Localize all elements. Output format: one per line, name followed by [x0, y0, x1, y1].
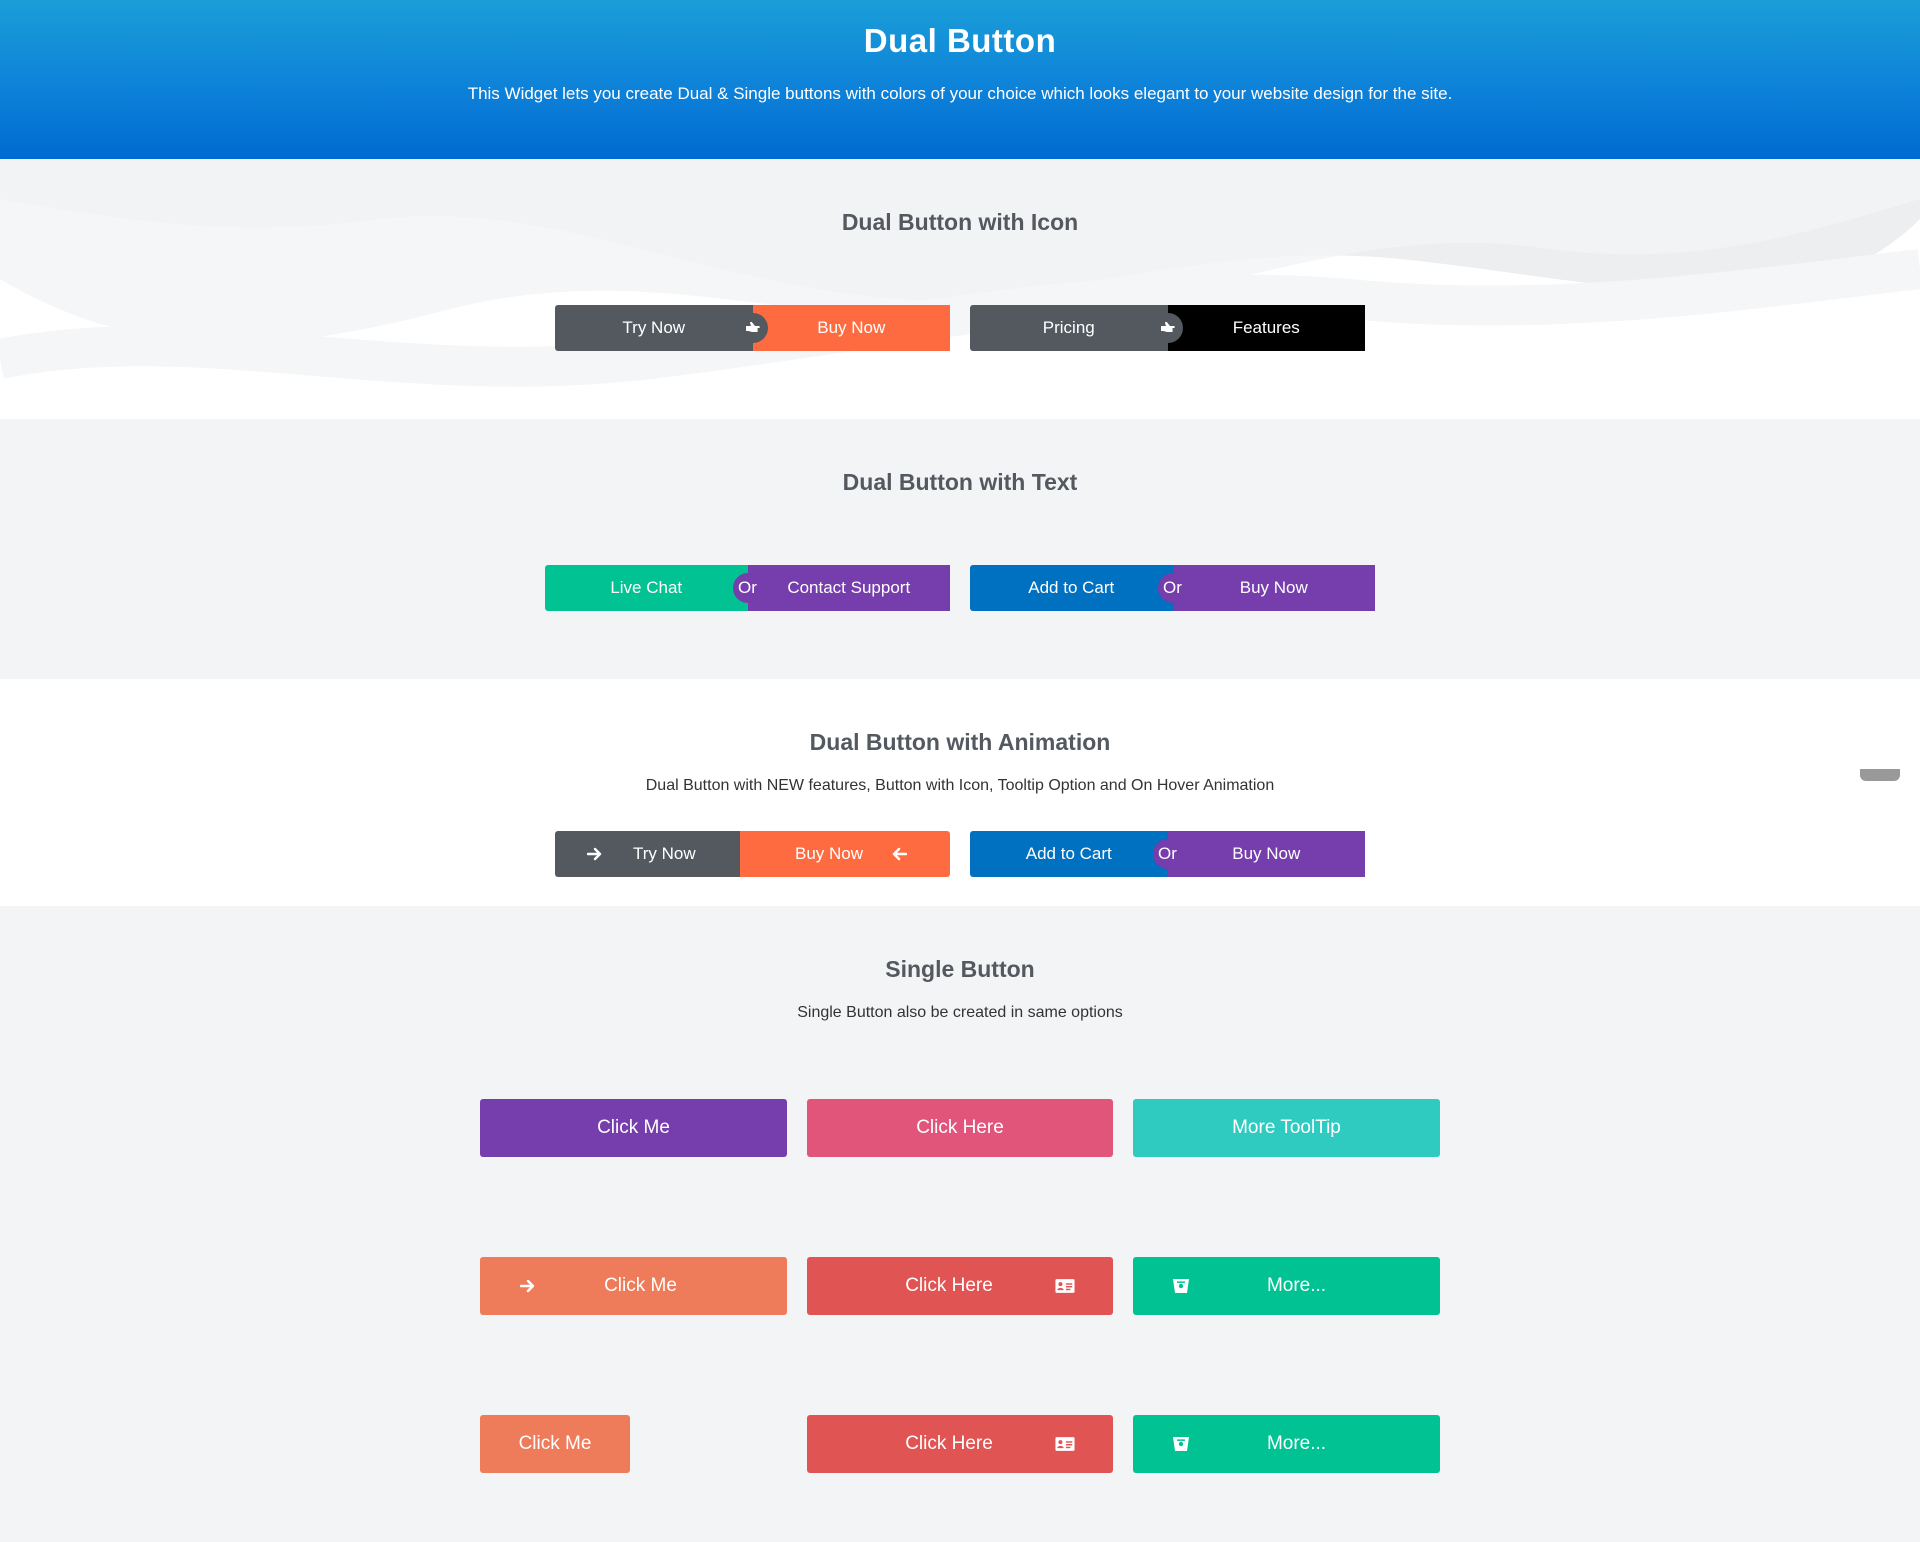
- dual-button-cart-buy: Add to Cart Buy Now Or: [970, 565, 1375, 611]
- pricing-button[interactable]: Pricing: [970, 305, 1168, 351]
- add-to-cart-button[interactable]: Add to Cart: [970, 565, 1173, 611]
- dual-button-try-buy: Try Now Buy Now: [555, 305, 950, 351]
- section-title: Single Button: [885, 956, 1035, 982]
- section-dual-icon: Dual Button with Icon Try Now Buy Now Pr…: [0, 159, 1920, 419]
- more-icon-button[interactable]: More...: [1133, 1257, 1440, 1315]
- arrow-right-icon: [518, 1276, 538, 1296]
- or-separator: Or: [1157, 573, 1188, 603]
- dual-button-chat-support: Live Chat Contact Support Or: [545, 565, 950, 611]
- arrow-left-icon: [889, 844, 909, 864]
- try-now-button[interactable]: Try Now: [555, 305, 753, 351]
- page-title: Dual Button: [863, 22, 1057, 59]
- hand-pointer-icon: [1152, 313, 1183, 343]
- click-me-icon-button[interactable]: Click Me: [480, 1257, 787, 1315]
- scroll-tab[interactable]: [1860, 769, 1900, 781]
- arrow-right-icon: [585, 844, 605, 864]
- or-separator: Or: [732, 573, 763, 603]
- hand-pointer-icon: [737, 313, 768, 343]
- buy-now-button[interactable]: Buy Now: [740, 831, 950, 877]
- section-title: Dual Button with Text: [842, 469, 1078, 495]
- page-subtitle: This Widget lets you create Dual & Singl…: [467, 84, 1453, 103]
- wave-background: [0, 159, 1920, 387]
- section-dual-text: Dual Button with Text Live Chat Contact …: [0, 419, 1920, 679]
- click-me-small-button[interactable]: Click Me: [480, 1415, 630, 1473]
- hero-banner: Dual Button This Widget lets you create …: [0, 0, 1920, 159]
- section-subtitle: Single Button also be created in same op…: [797, 1004, 1123, 1021]
- buy-now-button[interactable]: Buy Now: [752, 305, 950, 351]
- click-here-button[interactable]: Click Here: [807, 1099, 1113, 1157]
- bitbucket-icon: [1171, 1276, 1191, 1296]
- live-chat-button[interactable]: Live Chat: [545, 565, 748, 611]
- contact-support-button[interactable]: Contact Support: [747, 565, 950, 611]
- section-title: Dual Button with Icon: [841, 209, 1079, 235]
- buy-now-button[interactable]: Buy Now: [1167, 831, 1365, 877]
- id-card-icon: [1055, 1434, 1075, 1454]
- dual-button-cart-buy-animated: Add to Cart Buy Now Or: [970, 831, 1365, 877]
- section-dual-animation: Dual Button with Animation Dual Button w…: [0, 679, 1920, 906]
- click-me-button[interactable]: Click Me: [480, 1099, 787, 1157]
- buy-now-button[interactable]: Buy Now: [1172, 565, 1375, 611]
- dual-button-pricing-features: Pricing Features: [970, 305, 1365, 351]
- dual-button-try-buy-animated: Try Now Buy Now: [555, 831, 950, 877]
- id-card-icon: [1055, 1276, 1075, 1296]
- add-to-cart-button[interactable]: Add to Cart: [970, 831, 1168, 877]
- section-title: Dual Button with Animation: [809, 729, 1111, 755]
- more-icon-button[interactable]: More...: [1133, 1415, 1440, 1473]
- click-here-icon-button[interactable]: Click Here: [807, 1257, 1113, 1315]
- or-separator: Or: [1152, 839, 1183, 869]
- section-single-button: Single Button Single Button also be crea…: [0, 906, 1920, 1542]
- features-button[interactable]: Features: [1167, 305, 1365, 351]
- click-here-icon-button[interactable]: Click Here: [807, 1415, 1113, 1473]
- more-tooltip-button[interactable]: More ToolTip: [1133, 1099, 1440, 1157]
- bitbucket-icon: [1171, 1434, 1191, 1454]
- section-subtitle: Dual Button with NEW features, Button wi…: [645, 777, 1275, 794]
- try-now-button[interactable]: Try Now: [555, 831, 740, 877]
